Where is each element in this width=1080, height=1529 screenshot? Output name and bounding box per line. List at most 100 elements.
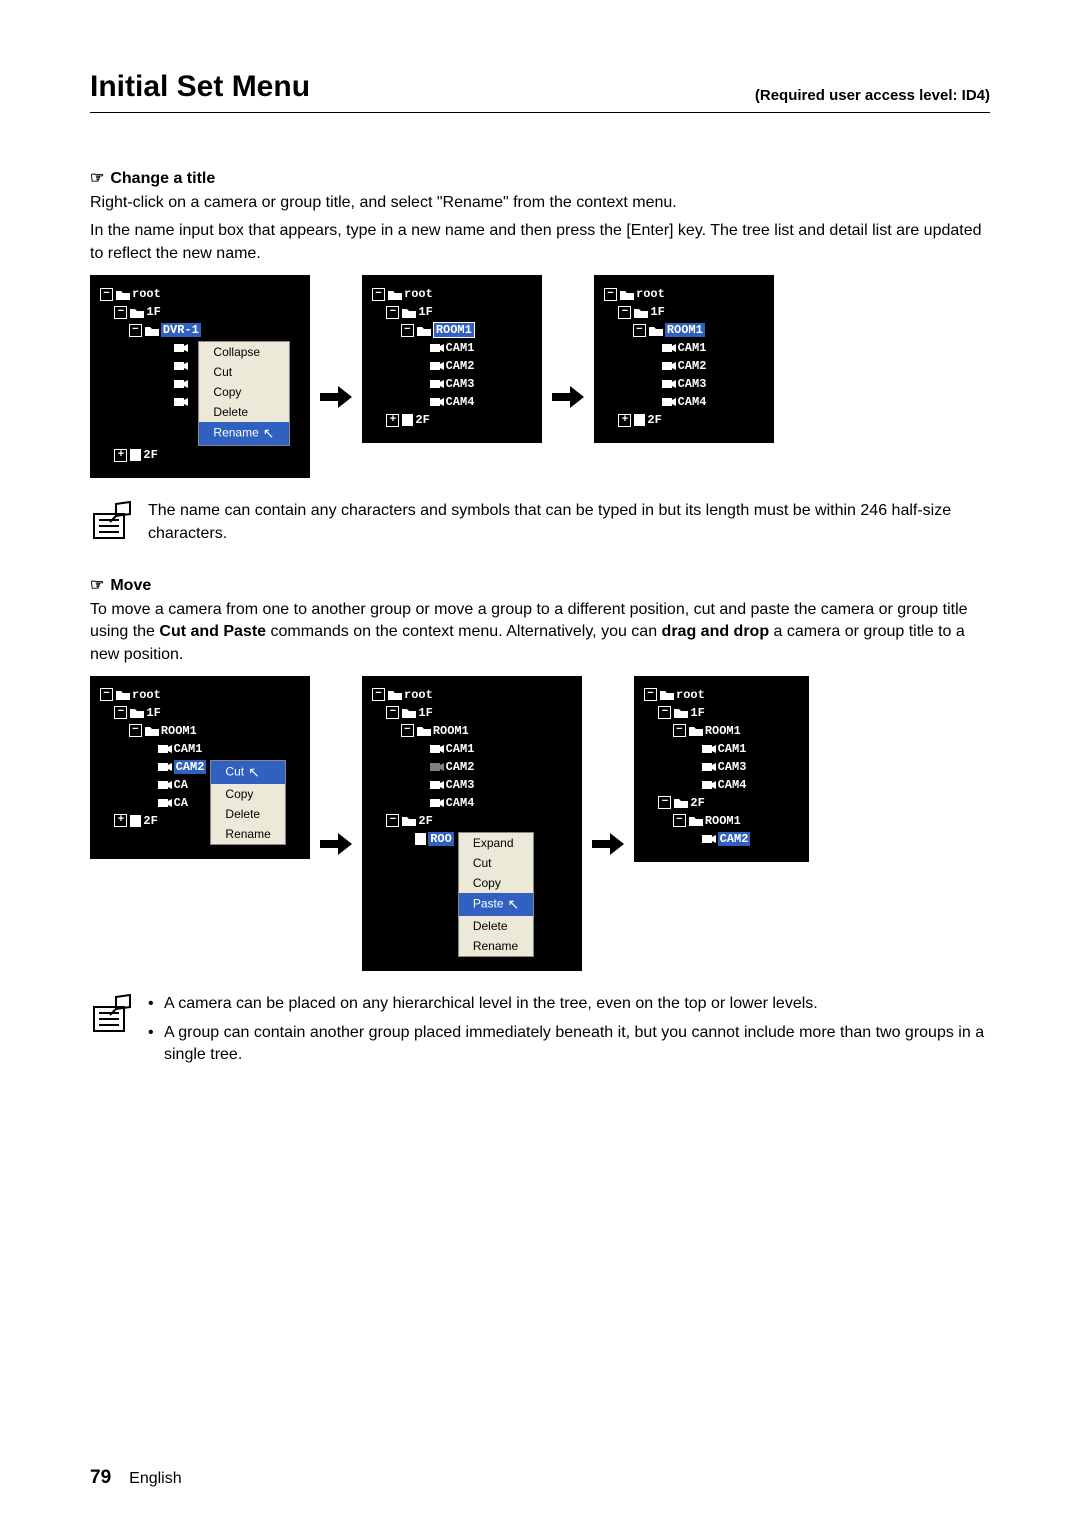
figure-row-rename: −root −1F −DVR-1 Collapse Cut Copy Delet… xyxy=(90,275,990,478)
arrow-right-icon xyxy=(320,386,352,408)
pointing-hand-icon: ☞ xyxy=(90,170,104,187)
minus-icon: − xyxy=(386,706,399,719)
note-list: A camera can be placed on any hierarchic… xyxy=(148,993,990,1066)
minus-icon: − xyxy=(673,724,686,737)
minus-icon: − xyxy=(658,706,671,719)
selected-node[interactable]: CAM2 xyxy=(174,760,207,774)
page-footer: 79English xyxy=(90,1467,182,1489)
folder-icon xyxy=(130,704,144,722)
minus-icon: − xyxy=(633,324,646,337)
doc-icon xyxy=(402,411,413,429)
access-level: (Required user access level: ID4) xyxy=(755,87,990,104)
note-text: The name can contain any characters and … xyxy=(148,500,990,545)
minus-icon: − xyxy=(604,288,617,301)
minus-icon: − xyxy=(372,688,385,701)
folder-icon xyxy=(116,285,130,303)
tree-box-rename-step3: −root −1F −ROOM1 CAM1 CAM2 CAM3 CAM4 +2F xyxy=(594,275,774,443)
selected-node[interactable]: ROOM1 xyxy=(665,323,705,337)
context-menu[interactable]: Cut↖ Copy Delete Rename xyxy=(210,760,285,845)
menu-item-delete[interactable]: Delete xyxy=(199,402,288,422)
move-p1: To move a camera from one to another gro… xyxy=(90,599,990,666)
tree-box-move-step2: −root −1F −ROOM1 CAM1 CAM2 CAM3 CAM4 −2F… xyxy=(362,676,582,971)
page-header: Initial Set Menu (Required user access l… xyxy=(90,70,990,113)
minus-icon: − xyxy=(129,324,142,337)
minus-icon: − xyxy=(401,324,414,337)
selected-node[interactable]: CAM2 xyxy=(718,832,751,846)
camera-icon xyxy=(174,339,188,357)
tree-box-rename-step1: −root −1F −DVR-1 Collapse Cut Copy Delet… xyxy=(90,275,310,478)
camera-icon xyxy=(702,740,716,758)
doc-icon xyxy=(130,446,141,464)
selected-node[interactable]: DVR-1 xyxy=(161,323,201,337)
folder-icon xyxy=(674,794,688,812)
plus-icon: + xyxy=(114,814,127,827)
minus-icon: − xyxy=(658,796,671,809)
minus-icon: − xyxy=(673,814,686,827)
note-item: A camera can be placed on any hierarchic… xyxy=(148,993,990,1015)
menu-item-expand[interactable]: Expand xyxy=(459,833,533,853)
camera-icon xyxy=(430,339,444,357)
camera-icon xyxy=(430,357,444,375)
menu-item-collapse[interactable]: Collapse xyxy=(199,342,288,362)
selected-node[interactable]: ROO xyxy=(428,832,454,846)
folder-icon xyxy=(417,321,431,339)
minus-icon: − xyxy=(114,706,127,719)
folder-icon xyxy=(402,303,416,321)
change-title-p1: Right-click on a camera or group title, … xyxy=(90,192,990,214)
doc-icon xyxy=(130,812,141,830)
camera-icon xyxy=(158,776,172,794)
folder-icon xyxy=(689,812,703,830)
change-title-p2: In the name input box that appears, type… xyxy=(90,220,990,265)
menu-item-rename[interactable]: Rename xyxy=(211,824,284,844)
plus-icon: + xyxy=(386,414,399,427)
minus-icon: − xyxy=(618,306,631,319)
cursor-icon: ↖ xyxy=(263,425,275,442)
menu-item-copy[interactable]: Copy xyxy=(211,784,284,804)
folder-icon xyxy=(145,722,159,740)
camera-icon xyxy=(430,758,444,776)
menu-item-copy[interactable]: Copy xyxy=(199,382,288,402)
minus-icon: − xyxy=(644,688,657,701)
arrow-right-icon xyxy=(592,833,624,855)
camera-icon xyxy=(430,776,444,794)
camera-icon xyxy=(662,393,676,411)
menu-item-cut[interactable]: Cut↖ xyxy=(211,761,284,784)
folder-icon xyxy=(689,722,703,740)
tree-box-rename-step2: −root −1F −ROOM1 CAM1 CAM2 CAM3 CAM4 +2F xyxy=(362,275,542,443)
menu-item-rename[interactable]: Rename xyxy=(459,936,533,956)
menu-item-paste[interactable]: Paste↖ xyxy=(459,893,533,916)
context-menu[interactable]: Expand Cut Copy Paste↖ Delete Rename xyxy=(458,832,534,957)
folder-icon xyxy=(145,321,159,339)
menu-item-delete[interactable]: Delete xyxy=(459,916,533,936)
camera-icon xyxy=(430,794,444,812)
menu-item-copy[interactable]: Copy xyxy=(459,873,533,893)
section-heading-change-title: ☞Change a title xyxy=(90,168,990,188)
menu-item-cut[interactable]: Cut xyxy=(199,362,288,382)
folder-icon xyxy=(402,704,416,722)
minus-icon: − xyxy=(114,306,127,319)
note-item: A group can contain another group placed… xyxy=(148,1022,990,1067)
cursor-icon: ↖ xyxy=(248,764,260,781)
folder-icon xyxy=(116,686,130,704)
minus-icon: − xyxy=(386,306,399,319)
note-change-title: The name can contain any characters and … xyxy=(90,500,990,545)
tree-box-move-step1: −root −1F −ROOM1 CAM1 CAM2 CA CA +2F Cut… xyxy=(90,676,310,859)
context-menu[interactable]: Collapse Cut Copy Delete Rename↖ xyxy=(198,341,289,446)
arrow-right-icon xyxy=(320,833,352,855)
minus-icon: − xyxy=(100,288,113,301)
minus-icon: − xyxy=(372,288,385,301)
camera-icon xyxy=(662,375,676,393)
camera-icon xyxy=(158,794,172,812)
menu-item-delete[interactable]: Delete xyxy=(211,804,284,824)
arrow-right-icon xyxy=(552,386,584,408)
minus-icon: − xyxy=(401,724,414,737)
doc-icon xyxy=(634,411,645,429)
folder-icon xyxy=(620,285,634,303)
menu-item-cut[interactable]: Cut xyxy=(459,853,533,873)
camera-icon xyxy=(174,375,188,393)
folder-icon xyxy=(130,303,144,321)
edit-node[interactable]: ROOM1 xyxy=(433,322,475,338)
menu-item-rename[interactable]: Rename↖ xyxy=(199,422,288,445)
folder-icon xyxy=(402,812,416,830)
cursor-icon: ↖ xyxy=(508,896,520,913)
